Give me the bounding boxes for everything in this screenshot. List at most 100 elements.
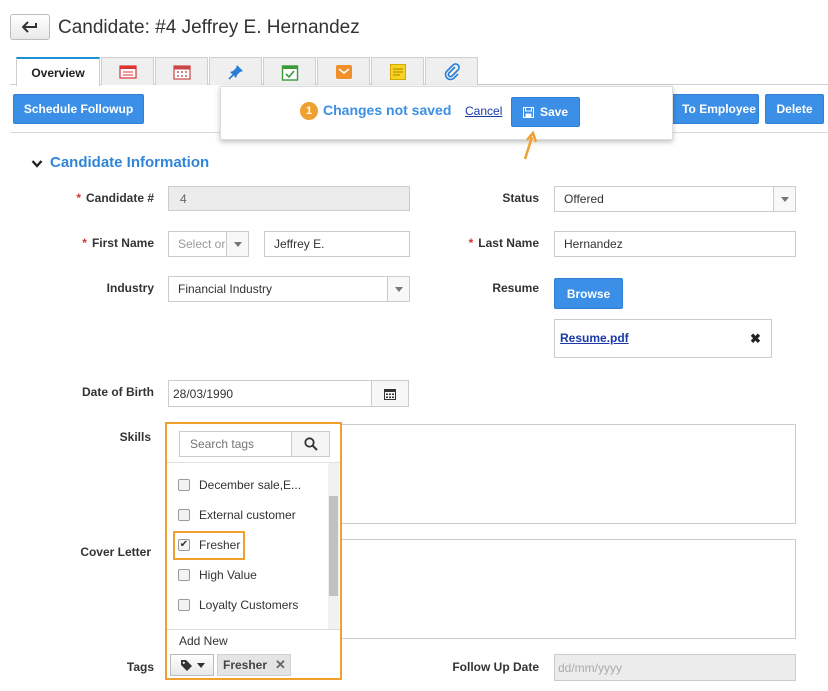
cover-letter-textarea[interactable] bbox=[340, 539, 796, 639]
skills-textarea[interactable] bbox=[340, 424, 796, 524]
tab-pin[interactable] bbox=[209, 57, 262, 85]
chevron-down-icon bbox=[773, 187, 795, 211]
convert-to-employee-label: To Employee bbox=[682, 102, 756, 116]
selected-tag-chip: Fresher ✕ bbox=[217, 654, 291, 676]
follow-up-placeholder: dd/mm/yyyy bbox=[558, 660, 623, 675]
calendar-icon bbox=[384, 388, 396, 400]
tag-search-input[interactable] bbox=[180, 432, 291, 456]
last-name-value: Hernandez bbox=[564, 237, 623, 251]
tab-details[interactable] bbox=[101, 57, 154, 85]
tag-option-label: External customer bbox=[199, 508, 296, 522]
status-select[interactable]: Offered bbox=[554, 186, 796, 212]
unsaved-count-badge: 1 bbox=[300, 102, 318, 120]
tag-list-scroll-thumb[interactable] bbox=[329, 496, 338, 596]
save-button[interactable]: Save bbox=[511, 97, 580, 127]
tag-checkbox[interactable] bbox=[178, 479, 190, 491]
first-name-input[interactable]: Jeffrey E. bbox=[264, 231, 410, 257]
details-icon bbox=[118, 64, 137, 79]
page-title: Candidate: #4 Jeffrey E. Hernandez bbox=[58, 17, 360, 38]
tag-checkbox[interactable] bbox=[178, 509, 190, 521]
remove-file-icon[interactable]: ✖ bbox=[750, 331, 761, 347]
dob-value: 28/03/1990 bbox=[173, 386, 234, 401]
tag-option-label: Loyalty Customers bbox=[199, 598, 299, 612]
tag-icon bbox=[180, 659, 192, 671]
mail-icon bbox=[335, 64, 352, 79]
tag-picker-button[interactable] bbox=[170, 654, 214, 676]
tab-calendar[interactable] bbox=[155, 57, 208, 85]
salutation-select[interactable]: Select or bbox=[168, 231, 249, 257]
last-name-label-text: Last Name bbox=[478, 236, 539, 250]
note-icon bbox=[389, 63, 406, 80]
back-button[interactable] bbox=[10, 14, 50, 40]
tag-checkbox[interactable] bbox=[178, 569, 190, 581]
schedule-followup-button[interactable]: Schedule Followup bbox=[13, 94, 144, 124]
tab-overview-label: Overview bbox=[31, 65, 85, 80]
skills-label: Skills bbox=[119, 430, 151, 444]
task-icon bbox=[281, 64, 298, 81]
last-name-input[interactable]: Hernandez bbox=[554, 231, 796, 257]
first-name-label-text: First Name bbox=[91, 236, 154, 250]
follow-up-date-input[interactable]: dd/mm/yyyy bbox=[554, 654, 796, 681]
tab-overview[interactable]: Overview bbox=[16, 57, 100, 86]
tags-label: Tags bbox=[126, 660, 154, 674]
convert-to-employee-button[interactable]: To Employee bbox=[669, 94, 759, 124]
dob-label: Date of Birth bbox=[82, 385, 154, 399]
delete-button[interactable]: Delete bbox=[765, 94, 824, 124]
tag-search-button[interactable] bbox=[291, 432, 329, 456]
chevron-down-icon bbox=[226, 232, 248, 256]
first-name-value: Jeffrey E. bbox=[274, 237, 325, 251]
selected-tag-label: Fresher bbox=[223, 658, 268, 672]
industry-select[interactable]: Financial Industry bbox=[168, 276, 410, 302]
salutation-placeholder: Select or bbox=[178, 237, 226, 251]
status-value: Offered bbox=[564, 192, 604, 206]
chevron-down-icon bbox=[387, 277, 409, 301]
schedule-followup-label: Schedule Followup bbox=[23, 102, 134, 116]
tab-attachment[interactable] bbox=[425, 57, 478, 85]
required-marker: * bbox=[76, 191, 81, 205]
cover-letter-label: Cover Letter bbox=[80, 545, 151, 559]
first-name-label: * First Name bbox=[60, 236, 154, 250]
changes-not-saved-text: Changes not saved bbox=[323, 102, 452, 118]
calendar-icon bbox=[172, 64, 191, 80]
resume-label: Resume bbox=[492, 281, 539, 295]
back-arrow-icon bbox=[22, 21, 37, 33]
delete-label: Delete bbox=[776, 102, 813, 116]
dob-calendar-button[interactable] bbox=[371, 380, 409, 407]
search-icon bbox=[303, 437, 318, 451]
add-new-tag-button[interactable]: Add New bbox=[167, 629, 340, 651]
tab-note[interactable] bbox=[371, 57, 424, 85]
candidate-number-field: 4 bbox=[168, 186, 410, 211]
tag-option[interactable]: High Value bbox=[178, 568, 257, 582]
candidate-number-value: 4 bbox=[180, 191, 187, 206]
candidate-number-label-text: Candidate # bbox=[85, 191, 154, 205]
tag-option[interactable]: December sale,E... bbox=[178, 478, 301, 492]
browse-label: Browse bbox=[566, 286, 611, 301]
section-title: Candidate Information bbox=[50, 154, 210, 171]
tag-checkbox[interactable] bbox=[178, 599, 190, 611]
tag-option[interactable]: External customer bbox=[178, 508, 296, 522]
industry-value: Financial Industry bbox=[178, 282, 273, 296]
industry-label: Industry bbox=[106, 281, 154, 295]
pin-icon bbox=[227, 64, 243, 80]
tab-mail[interactable] bbox=[317, 57, 370, 85]
tag-option-label: High Value bbox=[199, 568, 257, 582]
required-marker: * bbox=[82, 236, 87, 250]
required-marker: * bbox=[468, 236, 474, 250]
attachment-icon bbox=[444, 62, 460, 80]
tag-option[interactable]: ✔ Fresher bbox=[178, 538, 240, 552]
browse-button[interactable]: Browse bbox=[554, 278, 623, 309]
resume-file-link[interactable]: Resume.pdf bbox=[560, 331, 629, 345]
follow-up-label: Follow Up Date bbox=[452, 660, 539, 674]
tag-option[interactable]: Loyalty Customers bbox=[178, 598, 298, 612]
status-label: Status bbox=[502, 191, 539, 205]
tab-task[interactable] bbox=[263, 57, 316, 85]
tag-option-label: Fresher bbox=[199, 538, 241, 552]
remove-tag-icon[interactable]: ✕ bbox=[275, 657, 286, 673]
save-label: Save bbox=[539, 105, 569, 119]
cancel-link[interactable]: Cancel bbox=[465, 104, 502, 118]
tag-search-box bbox=[179, 431, 330, 457]
last-name-label: * Last Name bbox=[440, 236, 539, 250]
collapse-chevron-icon[interactable] bbox=[31, 159, 43, 169]
pointer-arrow-icon bbox=[523, 131, 538, 160]
tag-checkbox-checked[interactable]: ✔ bbox=[178, 539, 190, 551]
